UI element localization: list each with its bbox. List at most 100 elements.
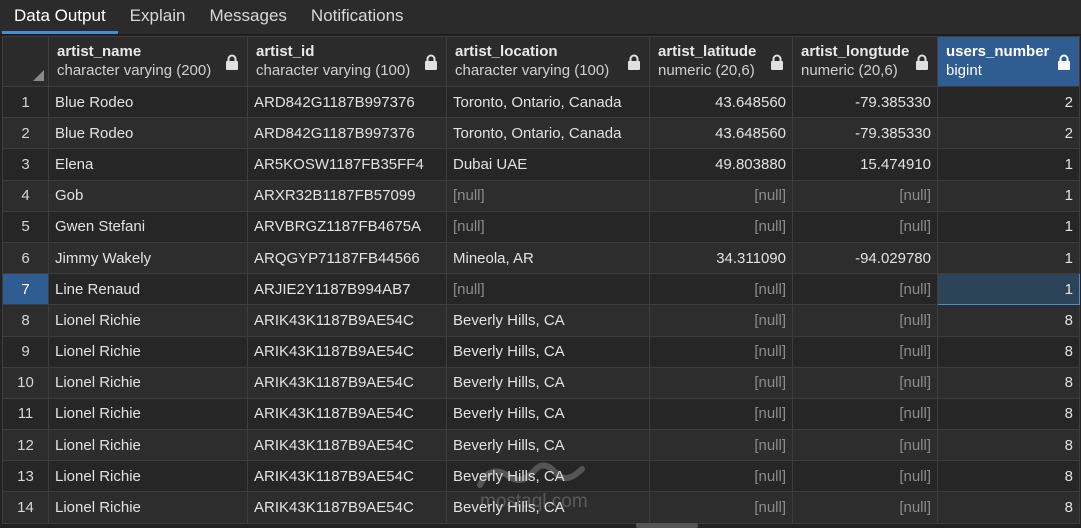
cell-artist-location[interactable]: [null] xyxy=(446,179,650,212)
cell-users-number[interactable]: 8 xyxy=(937,366,1080,399)
cell-artist-location[interactable]: [null] xyxy=(446,210,650,243)
tab-data-output[interactable]: Data Output xyxy=(2,0,118,34)
table-row[interactable]: 14 Lionel Richie ARIK43K1187B9AE54C Beverly… xyxy=(2,491,1080,524)
cell-users-number[interactable]: 1 xyxy=(937,179,1080,212)
table-row[interactable]: 3 Elena AR5KOSW1187FB35FF4 Dubai UAE 49.8038… xyxy=(2,148,1080,181)
cell-artist-latitude[interactable]: 43.648560 xyxy=(649,85,793,119)
cell-artist-name[interactable]: Blue Rodeo xyxy=(48,85,248,119)
cell-artist-latitude[interactable]: [null] xyxy=(649,429,793,462)
cell-artist-longtude[interactable]: [null] xyxy=(792,460,938,493)
cell-artist-location[interactable]: Beverly Hills, CA xyxy=(446,335,650,368)
cell-artist-name[interactable]: Gwen Stefani xyxy=(48,210,248,243)
table-row[interactable]: 11 Lionel Richie ARIK43K1187B9AE54C Beverly… xyxy=(2,397,1080,431)
cell-artist-location[interactable]: Beverly Hills, CA xyxy=(446,397,650,431)
cell-users-number[interactable]: 2 xyxy=(937,85,1080,119)
cell-artist-location[interactable]: Beverly Hills, CA xyxy=(446,304,650,337)
table-row[interactable]: 13 Lionel Richie ARIK43K1187B9AE54C Beverly… xyxy=(2,460,1080,493)
row-number[interactable]: 9 xyxy=(2,335,49,368)
cell-artist-id[interactable]: ARIK43K1187B9AE54C xyxy=(247,491,447,524)
table-row[interactable]: 10 Lionel Richie ARIK43K1187B9AE54C Beverly… xyxy=(2,366,1080,399)
cell-artist-latitude[interactable]: [null] xyxy=(649,460,793,493)
cell-artist-id[interactable]: ARD842G1187B997376 xyxy=(247,85,447,119)
cell-artist-latitude[interactable]: [null] xyxy=(649,273,793,306)
cell-artist-latitude[interactable]: [null] xyxy=(649,304,793,337)
cell-artist-latitude[interactable]: 49.803880 xyxy=(649,148,793,181)
horizontal-scrollbar[interactable] xyxy=(636,523,698,528)
row-number[interactable]: 5 xyxy=(2,210,49,243)
cell-artist-location[interactable]: Beverly Hills, CA xyxy=(446,366,650,399)
cell-artist-id[interactable]: ARVBRGZ1187FB4675A xyxy=(247,210,447,243)
row-number[interactable]: 7 xyxy=(2,273,49,306)
cell-artist-location[interactable]: Toronto, Ontario, Canada xyxy=(446,85,650,119)
cell-artist-location[interactable]: Dubai UAE xyxy=(446,148,650,181)
column-header-artist-location[interactable]: artist_location character varying (100) xyxy=(446,36,650,87)
cell-artist-longtude[interactable]: -94.029780 xyxy=(792,241,938,275)
cell-artist-id[interactable]: ARXR32B1187FB57099 xyxy=(247,179,447,212)
cell-users-number[interactable]: 1 xyxy=(937,241,1080,275)
cell-artist-name[interactable]: Gob xyxy=(48,179,248,212)
cell-artist-longtude[interactable]: [null] xyxy=(792,210,938,243)
cell-artist-longtude[interactable]: [null] xyxy=(792,273,938,306)
cell-artist-id[interactable]: AR5KOSW1187FB35FF4 xyxy=(247,148,447,181)
row-number[interactable]: 3 xyxy=(2,148,49,181)
row-number[interactable]: 2 xyxy=(2,117,49,150)
cell-artist-longtude[interactable]: [null] xyxy=(792,179,938,212)
tab-notifications[interactable]: Notifications xyxy=(299,0,416,34)
cell-artist-id[interactable]: ARIK43K1187B9AE54C xyxy=(247,429,447,462)
cell-artist-longtude[interactable]: [null] xyxy=(792,304,938,337)
column-header-artist-latitude[interactable]: artist_latitude numeric (20,6) xyxy=(649,36,793,87)
row-number[interactable]: 12 xyxy=(2,429,49,462)
cell-artist-longtude[interactable]: [null] xyxy=(792,491,938,524)
select-all-corner[interactable] xyxy=(2,36,49,87)
cell-artist-latitude[interactable]: 34.311090 xyxy=(649,241,793,275)
table-row[interactable]: 8 Lionel Richie ARIK43K1187B9AE54C Beverly … xyxy=(2,304,1080,337)
cell-users-number[interactable]: 8 xyxy=(937,491,1080,524)
table-row[interactable]: 5 Gwen Stefani ARVBRGZ1187FB4675A [null] [nu… xyxy=(2,210,1080,243)
table-row[interactable]: 6 Jimmy Wakely ARQGYP71187FB44566 Mineola, … xyxy=(2,241,1080,275)
cell-artist-id[interactable]: ARIK43K1187B9AE54C xyxy=(247,460,447,493)
row-number[interactable]: 4 xyxy=(2,179,49,212)
cell-artist-name[interactable]: Lionel Richie xyxy=(48,491,248,524)
row-number[interactable]: 8 xyxy=(2,304,49,337)
cell-artist-latitude[interactable]: 43.648560 xyxy=(649,117,793,150)
table-row[interactable]: 1 Blue Rodeo ARD842G1187B997376 Toronto, On… xyxy=(2,85,1080,119)
cell-artist-name[interactable]: Jimmy Wakely xyxy=(48,241,248,275)
cell-artist-longtude[interactable]: [null] xyxy=(792,429,938,462)
cell-artist-location[interactable]: Toronto, Ontario, Canada xyxy=(446,117,650,150)
cell-artist-longtude[interactable]: 15.474910 xyxy=(792,148,938,181)
row-number[interactable]: 13 xyxy=(2,460,49,493)
cell-artist-location[interactable]: Beverly Hills, CA xyxy=(446,460,650,493)
column-header-artist-name[interactable]: artist_name character varying (200) xyxy=(48,36,248,87)
cell-artist-name[interactable]: Line Renaud xyxy=(48,273,248,306)
cell-users-number[interactable]: 8 xyxy=(937,304,1080,337)
cell-artist-longtude[interactable]: [null] xyxy=(792,397,938,431)
cell-users-number[interactable]: 2 xyxy=(937,117,1080,150)
cell-artist-longtude[interactable]: [null] xyxy=(792,335,938,368)
cell-users-number[interactable]: 8 xyxy=(937,397,1080,431)
table-row[interactable]: 12 Lionel Richie ARIK43K1187B9AE54C Beverly… xyxy=(2,429,1080,462)
table-row[interactable]: 4 Gob ARXR32B1187FB57099 [null] [null] [null]… xyxy=(2,179,1080,212)
cell-artist-name[interactable]: Lionel Richie xyxy=(48,335,248,368)
cell-artist-latitude[interactable]: [null] xyxy=(649,210,793,243)
cell-artist-longtude[interactable]: -79.385330 xyxy=(792,85,938,119)
cell-users-number[interactable]: 8 xyxy=(937,335,1080,368)
cell-artist-name[interactable]: Lionel Richie xyxy=(48,460,248,493)
cell-artist-id[interactable]: ARQGYP71187FB44566 xyxy=(247,241,447,275)
row-number[interactable]: 1 xyxy=(2,85,49,119)
tab-explain[interactable]: Explain xyxy=(118,0,198,34)
cell-artist-id[interactable]: ARIK43K1187B9AE54C xyxy=(247,397,447,431)
column-header-artist-longtude[interactable]: artist_longtude numeric (20,6) xyxy=(792,36,938,87)
table-row[interactable]: 2 Blue Rodeo ARD842G1187B997376 Toronto, On… xyxy=(2,117,1080,150)
row-number[interactable]: 11 xyxy=(2,397,49,431)
cell-artist-location[interactable]: [null] xyxy=(446,273,650,306)
cell-users-number[interactable]: 1 xyxy=(937,210,1080,243)
cell-artist-name[interactable]: Blue Rodeo xyxy=(48,117,248,150)
cell-artist-latitude[interactable]: [null] xyxy=(649,179,793,212)
cell-artist-id[interactable]: ARD842G1187B997376 xyxy=(247,117,447,150)
cell-artist-id[interactable]: ARJIE2Y1187B994AB7 xyxy=(247,273,447,306)
cell-artist-name[interactable]: Lionel Richie xyxy=(48,366,248,399)
cell-artist-name[interactable]: Lionel Richie xyxy=(48,429,248,462)
column-header-artist-id[interactable]: artist_id character varying (100) xyxy=(247,36,447,87)
cell-artist-name[interactable]: Elena xyxy=(48,148,248,181)
cell-artist-longtude[interactable]: [null] xyxy=(792,366,938,399)
